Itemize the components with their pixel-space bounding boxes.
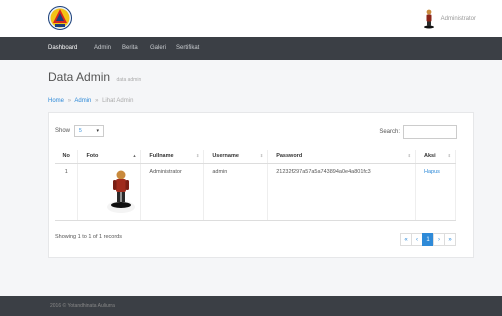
column-header-fullname[interactable]: Fullname ⇕ bbox=[140, 150, 205, 164]
sort-icon: ⇕ bbox=[259, 153, 264, 158]
breadcrumb-separator: » bbox=[67, 98, 72, 104]
nav-item-galeri[interactable]: Galeri bbox=[150, 37, 166, 60]
nav-item-berita[interactable]: Berita bbox=[122, 37, 138, 60]
organization-logo-icon[interactable] bbox=[48, 4, 72, 32]
cell-password: 21232f297a57a5a743894a0e4a801fc3 bbox=[267, 163, 417, 221]
sort-icon: ⇕ bbox=[407, 153, 412, 158]
breadcrumb-home[interactable]: Home bbox=[48, 98, 64, 104]
sort-asc-icon: ▲ bbox=[132, 153, 137, 158]
cell-foto bbox=[77, 163, 142, 221]
page-length-select[interactable]: 5 ▾ bbox=[74, 125, 105, 137]
column-header-no[interactable]: No bbox=[55, 150, 79, 164]
pagination: « ‹ 1 › » bbox=[400, 233, 456, 246]
nav-item-sertifikat[interactable]: Sertifikat bbox=[176, 37, 199, 60]
main-navbar: Dashboard Admin Berita Galeri Sertifikat bbox=[0, 37, 502, 60]
cell-username: admin bbox=[203, 163, 269, 221]
last-page-button[interactable]: » bbox=[444, 233, 456, 246]
column-header-password[interactable]: Password ⇕ bbox=[267, 150, 417, 164]
table-row: 1 Administrator admin 21232f297a57a5a743… bbox=[55, 163, 456, 221]
figure-avatar-icon bbox=[423, 9, 434, 29]
search-input[interactable] bbox=[403, 125, 457, 139]
show-label: Show bbox=[55, 128, 71, 134]
breadcrumb-separator: » bbox=[95, 98, 99, 104]
cell-fullname: Administrator bbox=[140, 163, 205, 221]
page-title-main: Data Admin bbox=[48, 70, 111, 84]
column-header-username[interactable]: Username ⇕ bbox=[203, 150, 269, 164]
column-header-foto[interactable]: Foto ▲ bbox=[77, 150, 142, 164]
user-name: Administrator bbox=[440, 16, 476, 22]
search-control: Search: bbox=[379, 125, 457, 139]
breadcrumb: Home » Admin » Lihat Admin bbox=[48, 98, 133, 104]
top-header: Administrator bbox=[0, 0, 502, 37]
column-header-aksi[interactable]: Aksi ⇕ bbox=[415, 150, 456, 164]
nav-item-dashboard[interactable]: Dashboard bbox=[48, 37, 77, 60]
footer: 2016 © Yotandhinata Auliurra bbox=[0, 296, 502, 316]
page-title: Data Admin data admin bbox=[48, 68, 141, 86]
breadcrumb-current: Lihat Admin bbox=[102, 98, 134, 104]
admin-table-panel: Show 5 ▾ Search: No Foto ▲ Fullname ⇕ User… bbox=[48, 112, 474, 258]
page-length-control: Show 5 ▾ bbox=[55, 125, 105, 137]
chevron-down-icon: ▾ bbox=[96, 128, 100, 134]
breadcrumb-admin[interactable]: Admin bbox=[74, 98, 91, 104]
cell-no: 1 bbox=[55, 163, 79, 221]
records-info: Showing 1 to 1 of 1 records bbox=[55, 234, 122, 240]
nav-item-admin[interactable]: Admin bbox=[94, 37, 111, 60]
delete-link[interactable]: Hapus bbox=[415, 163, 456, 221]
admin-table: No Foto ▲ Fullname ⇕ Username ⇕ Password ⇕ A… bbox=[55, 150, 456, 221]
footer-copyright: 2016 © Yotandhinata Auliurra bbox=[50, 303, 115, 309]
page-length-value: 5 bbox=[79, 128, 82, 134]
sort-icon: ⇕ bbox=[195, 153, 200, 158]
search-label: Search: bbox=[379, 129, 400, 135]
figure-photo bbox=[107, 170, 136, 213]
sort-icon: ⇕ bbox=[447, 153, 451, 158]
page-title-sub: data admin bbox=[116, 77, 142, 83]
user-menu[interactable]: Administrator bbox=[423, 9, 476, 29]
